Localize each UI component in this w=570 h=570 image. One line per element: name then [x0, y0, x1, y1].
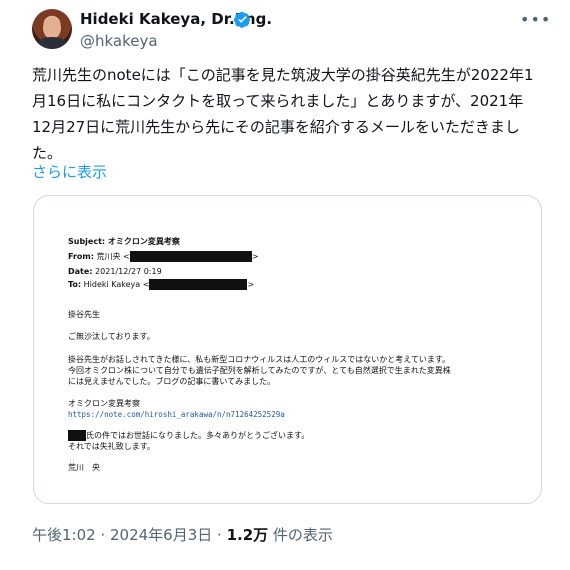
email-from-name: 荒川央 <: [96, 252, 130, 261]
show-more-link[interactable]: さらに表示: [32, 162, 107, 182]
email-from-label: From:: [68, 252, 94, 261]
email-from-end: >: [251, 252, 259, 261]
redacted-block: [68, 430, 86, 441]
redacted-block: [149, 279, 248, 290]
view-label: 件の表示: [268, 526, 333, 544]
email-article-title: オミクロン変異考察: [68, 399, 140, 408]
tweet-text: 荒川先生のnoteには「この記事を見た筑波大学の掛谷英紀先生が2022年1月16…: [32, 66, 534, 162]
email-date: 2021/12/27 0:19: [95, 267, 162, 276]
email-to-row: To: Hideki Kakeya < >: [68, 279, 254, 290]
avatar-face: [43, 17, 61, 39]
author-handle[interactable]: @hkakeya: [80, 31, 158, 51]
view-count: 1.2万: [226, 526, 269, 544]
email-subject-label: Subject:: [68, 237, 106, 246]
more-options-icon[interactable]: •••: [520, 10, 550, 30]
tweet-footer: 午後1:02 · 2024年6月3日 · 1.2万 件の表示: [32, 525, 333, 545]
redacted-block: [129, 251, 252, 262]
author-avatar[interactable]: [32, 9, 72, 49]
email-to-name: Hideki Kakeya <: [83, 280, 150, 289]
email-signature: 荒川 央: [68, 463, 100, 472]
email-article-url: https://note.com/hiroshi_arakawa/n/n7126…: [68, 410, 285, 419]
email-date-label: Date:: [68, 267, 93, 276]
footer-separator: ·: [212, 526, 227, 544]
tweet-time[interactable]: 午後1:02: [32, 526, 96, 544]
email-thanks-row: 氏の件ではお世話になりました。多々ありがとうございます。: [68, 430, 309, 441]
email-line: 氏の件ではお世話になりました。多々ありがとうございます。: [86, 431, 310, 440]
email-to-label: To:: [68, 280, 82, 289]
email-from-row: From: 荒川央 < >: [68, 251, 258, 262]
email-greeting: 掛谷先生: [68, 310, 100, 319]
tweet-date[interactable]: 2024年6月3日: [110, 526, 212, 544]
email-date-row: Date: 2021/12/27 0:19: [68, 266, 162, 277]
email-subject-row: Subject: オミクロン変異考察: [68, 236, 180, 247]
email-line: には見えませんでした。ブログの記事に書いてみました。: [68, 377, 276, 386]
email-line: 掛谷先生がお話しされてきた様に、私も新型コロナウィルスは人工のウィルスではないか…: [68, 355, 451, 364]
email-subject: オミクロン変異考察: [107, 237, 180, 246]
footer-separator: ·: [95, 526, 110, 544]
avatar-shirt: [36, 37, 68, 49]
verified-badge-icon: [234, 11, 250, 28]
email-line: 今回オミクロン株について自分でも遺伝子配列を解析してみたのですが、とても自然選択…: [68, 366, 451, 375]
email-line: それでは失礼致します。: [68, 442, 155, 451]
attached-image[interactable]: Subject: オミクロン変異考察 From: 荒川央 < > Date: 20…: [33, 195, 542, 504]
email-to-end: >: [247, 280, 255, 289]
email-line: ご無沙汰しております。: [68, 332, 155, 341]
